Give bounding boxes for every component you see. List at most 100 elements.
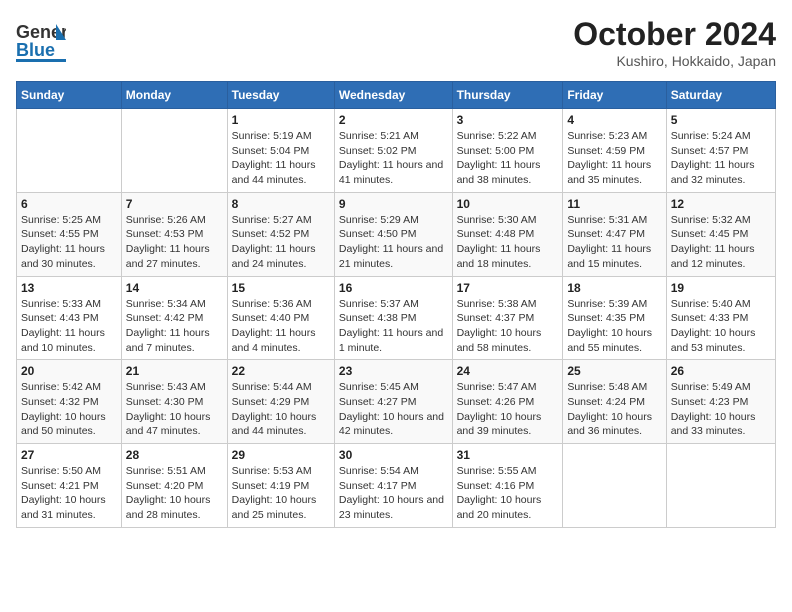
day-number: 26 (671, 364, 771, 378)
day-info: Sunrise: 5:30 AMSunset: 4:48 PMDaylight:… (457, 213, 559, 272)
day-number: 12 (671, 197, 771, 211)
day-cell: 6Sunrise: 5:25 AMSunset: 4:55 PMDaylight… (17, 192, 122, 276)
day-info: Sunrise: 5:47 AMSunset: 4:26 PMDaylight:… (457, 380, 559, 439)
day-info: Sunrise: 5:31 AMSunset: 4:47 PMDaylight:… (567, 213, 661, 272)
day-cell: 4 Sunrise: 5:23 AMSunset: 4:59 PMDaylight… (563, 109, 666, 193)
weekday-header-sunday: Sunday (17, 82, 122, 109)
day-info: Sunrise: 5:22 AMSunset: 5:00 PMDaylight:… (457, 129, 559, 188)
day-info: Sunrise: 5:36 AMSunset: 4:40 PMDaylight:… (232, 297, 330, 356)
day-cell: 28 Sunrise: 5:51 AMSunset: 4:20 PMDayligh… (121, 444, 227, 528)
day-cell: 9Sunrise: 5:29 AMSunset: 4:50 PMDaylight… (334, 192, 452, 276)
day-cell: 7Sunrise: 5:26 AMSunset: 4:53 PMDaylight… (121, 192, 227, 276)
day-number: 30 (339, 448, 448, 462)
day-number: 28 (126, 448, 223, 462)
day-cell: 17Sunrise: 5:38 AMSunset: 4:37 PMDayligh… (452, 276, 563, 360)
day-number: 8 (232, 197, 330, 211)
day-cell: 31 Sunrise: 5:55 AMSunset: 4:16 PMDayligh… (452, 444, 563, 528)
day-cell: 20 Sunrise: 5:42 AMSunset: 4:32 PMDayligh… (17, 360, 122, 444)
day-info: Sunrise: 5:34 AMSunset: 4:42 PMDaylight:… (126, 297, 223, 356)
day-info: Sunrise: 5:23 AMSunset: 4:59 PMDaylight:… (567, 129, 661, 188)
day-number: 10 (457, 197, 559, 211)
day-cell: 29Sunrise: 5:53 AMSunset: 4:19 PMDayligh… (227, 444, 334, 528)
day-number: 20 (21, 364, 117, 378)
day-cell: 11 Sunrise: 5:31 AMSunset: 4:47 PMDayligh… (563, 192, 666, 276)
week-row-3: 13 Sunrise: 5:33 AMSunset: 4:43 PMDayligh… (17, 276, 776, 360)
day-info: Sunrise: 5:51 AMSunset: 4:20 PMDaylight:… (126, 464, 223, 523)
calendar-table: SundayMondayTuesdayWednesdayThursdayFrid… (16, 81, 776, 528)
day-number: 27 (21, 448, 117, 462)
day-number: 18 (567, 281, 661, 295)
day-info: Sunrise: 5:44 AMSunset: 4:29 PMDaylight:… (232, 380, 330, 439)
day-cell: 27 Sunrise: 5:50 AMSunset: 4:21 PMDayligh… (17, 444, 122, 528)
day-cell: 24 Sunrise: 5:47 AMSunset: 4:26 PMDayligh… (452, 360, 563, 444)
day-cell: 18Sunrise: 5:39 AMSunset: 4:35 PMDayligh… (563, 276, 666, 360)
day-number: 23 (339, 364, 448, 378)
day-number: 15 (232, 281, 330, 295)
day-number: 17 (457, 281, 559, 295)
day-cell: 3Sunrise: 5:22 AMSunset: 5:00 PMDaylight… (452, 109, 563, 193)
day-number: 7 (126, 197, 223, 211)
day-cell: 2 Sunrise: 5:21 AMSunset: 5:02 PMDaylight… (334, 109, 452, 193)
day-number: 16 (339, 281, 448, 295)
calendar-title: October 2024 (573, 16, 776, 53)
day-cell: 26Sunrise: 5:49 AMSunset: 4:23 PMDayligh… (666, 360, 775, 444)
day-cell: 14 Sunrise: 5:34 AMSunset: 4:42 PMDayligh… (121, 276, 227, 360)
day-info: Sunrise: 5:32 AMSunset: 4:45 PMDaylight:… (671, 213, 771, 272)
day-info: Sunrise: 5:54 AMSunset: 4:17 PMDaylight:… (339, 464, 448, 523)
day-info: Sunrise: 5:43 AMSunset: 4:30 PMDaylight:… (126, 380, 223, 439)
day-info: Sunrise: 5:48 AMSunset: 4:24 PMDaylight:… (567, 380, 661, 439)
weekday-header-row: SundayMondayTuesdayWednesdayThursdayFrid… (17, 82, 776, 109)
title-block: October 2024 Kushiro, Hokkaido, Japan (573, 16, 776, 69)
day-number: 22 (232, 364, 330, 378)
day-info: Sunrise: 5:29 AMSunset: 4:50 PMDaylight:… (339, 213, 448, 272)
svg-text:Blue: Blue (16, 40, 55, 60)
day-cell: 15 Sunrise: 5:36 AMSunset: 4:40 PMDayligh… (227, 276, 334, 360)
logo-icon: General Blue (16, 16, 66, 71)
day-cell: 21Sunrise: 5:43 AMSunset: 4:30 PMDayligh… (121, 360, 227, 444)
weekday-header-thursday: Thursday (452, 82, 563, 109)
week-row-1: 1Sunrise: 5:19 AMSunset: 5:04 PMDaylight… (17, 109, 776, 193)
weekday-header-monday: Monday (121, 82, 227, 109)
day-info: Sunrise: 5:25 AMSunset: 4:55 PMDaylight:… (21, 213, 117, 272)
day-number: 24 (457, 364, 559, 378)
day-number: 31 (457, 448, 559, 462)
day-cell: 13 Sunrise: 5:33 AMSunset: 4:43 PMDayligh… (17, 276, 122, 360)
day-info: Sunrise: 5:50 AMSunset: 4:21 PMDaylight:… (21, 464, 117, 523)
day-cell: 10 Sunrise: 5:30 AMSunset: 4:48 PMDayligh… (452, 192, 563, 276)
day-info: Sunrise: 5:37 AMSunset: 4:38 PMDaylight:… (339, 297, 448, 356)
day-cell: 8 Sunrise: 5:27 AMSunset: 4:52 PMDaylight… (227, 192, 334, 276)
day-number: 2 (339, 113, 448, 127)
weekday-header-wednesday: Wednesday (334, 82, 452, 109)
day-number: 14 (126, 281, 223, 295)
weekday-header-tuesday: Tuesday (227, 82, 334, 109)
day-info: Sunrise: 5:55 AMSunset: 4:16 PMDaylight:… (457, 464, 559, 523)
day-info: Sunrise: 5:45 AMSunset: 4:27 PMDaylight:… (339, 380, 448, 439)
day-cell (17, 109, 122, 193)
calendar-subtitle: Kushiro, Hokkaido, Japan (573, 53, 776, 69)
day-cell: 23 Sunrise: 5:45 AMSunset: 4:27 PMDayligh… (334, 360, 452, 444)
page-header: General Blue October 2024 Kushiro, Hokka… (16, 16, 776, 71)
day-info: Sunrise: 5:42 AMSunset: 4:32 PMDaylight:… (21, 380, 117, 439)
day-cell: 30 Sunrise: 5:54 AMSunset: 4:17 PMDayligh… (334, 444, 452, 528)
day-info: Sunrise: 5:27 AMSunset: 4:52 PMDaylight:… (232, 213, 330, 272)
day-number: 25 (567, 364, 661, 378)
day-info: Sunrise: 5:33 AMSunset: 4:43 PMDaylight:… (21, 297, 117, 356)
day-cell (563, 444, 666, 528)
day-number: 5 (671, 113, 771, 127)
day-info: Sunrise: 5:21 AMSunset: 5:02 PMDaylight:… (339, 129, 448, 188)
week-row-4: 20 Sunrise: 5:42 AMSunset: 4:32 PMDayligh… (17, 360, 776, 444)
day-info: Sunrise: 5:40 AMSunset: 4:33 PMDaylight:… (671, 297, 771, 356)
day-cell: 1Sunrise: 5:19 AMSunset: 5:04 PMDaylight… (227, 109, 334, 193)
day-cell: 22 Sunrise: 5:44 AMSunset: 4:29 PMDayligh… (227, 360, 334, 444)
day-cell (666, 444, 775, 528)
day-info: Sunrise: 5:53 AMSunset: 4:19 PMDaylight:… (232, 464, 330, 523)
week-row-5: 27 Sunrise: 5:50 AMSunset: 4:21 PMDayligh… (17, 444, 776, 528)
weekday-header-saturday: Saturday (666, 82, 775, 109)
logo: General Blue (16, 16, 70, 71)
day-number: 1 (232, 113, 330, 127)
day-number: 11 (567, 197, 661, 211)
day-number: 13 (21, 281, 117, 295)
week-row-2: 6Sunrise: 5:25 AMSunset: 4:55 PMDaylight… (17, 192, 776, 276)
day-number: 4 (567, 113, 661, 127)
day-info: Sunrise: 5:24 AMSunset: 4:57 PMDaylight:… (671, 129, 771, 188)
